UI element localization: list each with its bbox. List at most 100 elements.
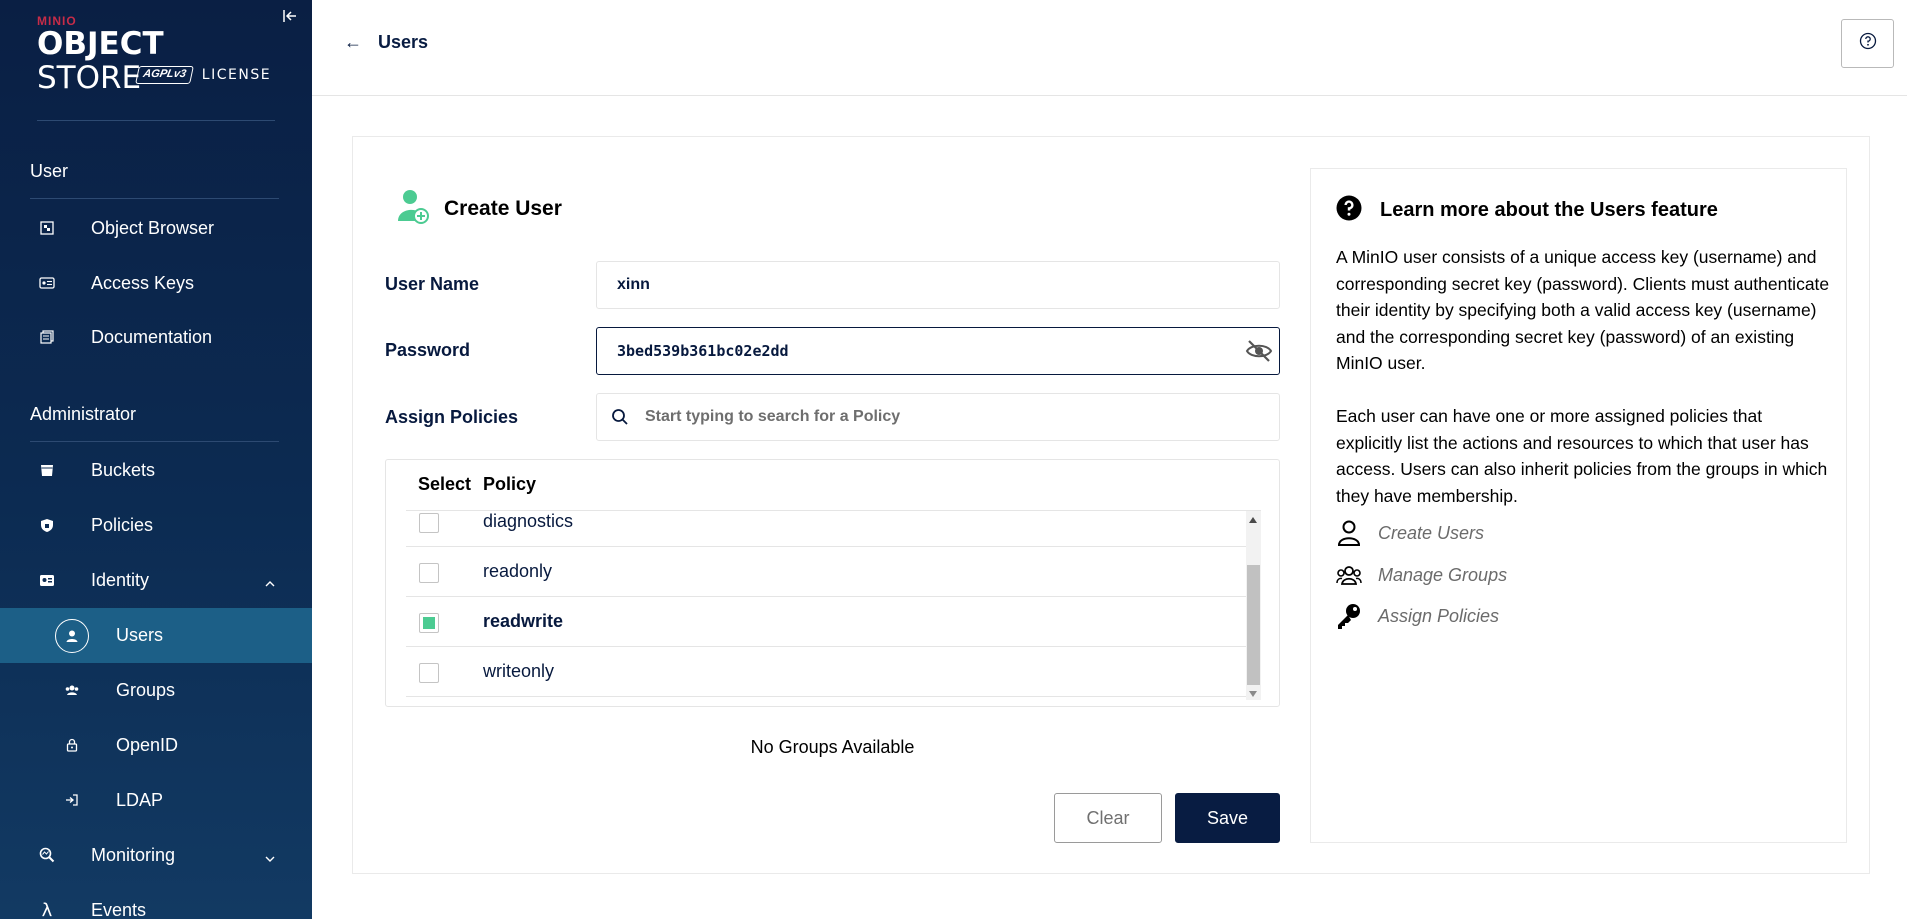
password-label: Password (385, 340, 471, 360)
section-rule (30, 198, 279, 199)
bucket-icon (38, 461, 56, 479)
policy-name: readonly (483, 561, 553, 581)
username-label: User Name (385, 274, 480, 294)
logo-divider (37, 120, 275, 121)
access-keys-icon (38, 274, 56, 292)
create-user-panel: Create User User Name xinn Password 3bed… (352, 136, 1870, 874)
help-button[interactable] (1841, 19, 1894, 68)
policy-checkbox[interactable] (419, 513, 439, 533)
table-row[interactable]: diagnostics (406, 511, 1246, 547)
sidebar-item-label: Groups (116, 679, 176, 700)
logo-product: OBJECT STORE (37, 27, 277, 95)
help-link-manage-groups[interactable]: Manage Groups (1336, 561, 1507, 589)
section-title-user: User (30, 161, 69, 181)
sidebar-item-policies[interactable]: Policies (0, 501, 312, 549)
collapse-sidebar-icon[interactable] (282, 8, 300, 26)
username-field[interactable]: xinn (596, 261, 1280, 309)
groups-icon (63, 681, 81, 699)
sidebar-item-label: Monitoring (91, 844, 176, 865)
sidebar-item-identity[interactable]: Identity (0, 556, 312, 604)
logo-license-row: AGPLv3 LICENSE (135, 66, 271, 84)
monitoring-icon (38, 846, 56, 864)
sidebar-item-buckets[interactable]: Buckets (0, 446, 312, 494)
policy-search-input[interactable]: Start typing to search for a Policy (596, 393, 1280, 441)
visibility-off-icon[interactable] (1245, 338, 1273, 364)
login-icon (63, 791, 81, 809)
question-icon (1859, 32, 1877, 55)
policy-list-scrollbar[interactable] (1246, 511, 1261, 700)
sidebar-item-ldap[interactable]: LDAP (0, 776, 312, 824)
help-paragraph-1: A MinIO user consists of a unique access… (1336, 247, 1830, 373)
groups-outline-icon (1336, 566, 1362, 585)
logo-product-bold: OBJECT (37, 26, 164, 62)
policy-list[interactable]: diagnostics readonly readwrite writeonly (406, 510, 1261, 700)
documentation-icon (38, 328, 56, 346)
chevron-up-icon (264, 574, 276, 587)
help-title-text: Learn more about the Users feature (1380, 199, 1718, 221)
help-title: Learn more about the Users feature (1336, 195, 1718, 226)
scroll-down-arrow[interactable] (1249, 691, 1257, 697)
username-value: xinn (617, 276, 650, 293)
sidebar-item-groups[interactable]: Groups (0, 666, 312, 714)
sidebar-item-events[interactable]: λ Events (0, 886, 312, 919)
clear-button[interactable]: Clear (1054, 793, 1162, 843)
no-groups-message: No Groups Available (750, 737, 915, 757)
scroll-up-arrow[interactable] (1249, 517, 1257, 523)
sidebar-item-documentation[interactable]: Documentation (0, 313, 312, 361)
sidebar-item-monitoring[interactable]: Monitoring (0, 831, 312, 879)
password-field[interactable]: 3bed539b361bc02e2dd (596, 327, 1280, 375)
sidebar-item-access-keys[interactable]: Access Keys (0, 259, 312, 307)
sidebar-item-object-browser[interactable]: Object Browser (0, 204, 312, 252)
back-link[interactable]: ← Users (344, 32, 428, 53)
table-row[interactable]: readonly (406, 547, 1246, 597)
object-browser-icon (38, 219, 56, 237)
minio-logo: MINIO OBJECT STORE AGPLv3 LICENSE (37, 14, 277, 95)
policy-checkbox-checked[interactable] (419, 613, 439, 633)
form-title-text: Create User (444, 196, 562, 220)
policy-checkbox[interactable] (419, 563, 439, 583)
table-row[interactable]: readwrite (406, 597, 1246, 647)
sidebar-item-label: Buckets (91, 459, 156, 480)
section-title-administrator: Administrator (30, 404, 137, 424)
chevron-down-icon (264, 849, 276, 862)
user-outline-icon (1337, 520, 1361, 546)
back-arrow-icon: ← (344, 32, 362, 52)
assign-policies-label: Assign Policies (385, 407, 519, 427)
sidebar: MINIO OBJECT STORE AGPLv3 LICENSE User O… (0, 0, 312, 919)
page-header: ← Users (312, 0, 1907, 96)
scrollbar-thumb[interactable] (1247, 565, 1260, 685)
lambda-icon: λ (41, 899, 53, 919)
sidebar-item-label: LDAP (116, 789, 164, 810)
user-icon (55, 618, 89, 653)
help-link-label: Assign Policies (1378, 605, 1500, 626)
logo-product-light: STORE (37, 60, 142, 96)
policy-name: writeonly (483, 661, 555, 681)
identity-icon (38, 571, 56, 589)
search-icon (611, 408, 629, 426)
help-link-assign-policies[interactable]: Assign Policies (1336, 602, 1499, 630)
agpl-badge: AGPLv3 (135, 66, 194, 84)
sidebar-item-label: Users (116, 625, 164, 645)
policy-table-header: Select Policy (386, 460, 1279, 510)
column-header-select: Select (418, 474, 472, 494)
sidebar-item-label: OpenID (116, 734, 179, 755)
form-title: Create User (396, 187, 562, 230)
sidebar-item-label: Object Browser (91, 217, 215, 238)
help-link-create-users[interactable]: Create Users (1336, 519, 1484, 547)
key-icon (1338, 604, 1360, 629)
question-circle-icon (1336, 195, 1362, 226)
sidebar-item-label: Access Keys (91, 272, 195, 293)
policy-search-placeholder: Start typing to search for a Policy (645, 408, 901, 425)
save-button[interactable]: Save (1175, 793, 1280, 843)
policy-checkbox[interactable] (419, 663, 439, 683)
shield-icon (38, 516, 56, 534)
sidebar-item-label: Policies (91, 514, 154, 535)
sidebar-item-openid[interactable]: OpenID (0, 721, 312, 769)
sidebar-item-users[interactable]: Users (0, 608, 312, 663)
add-user-icon (396, 187, 430, 230)
help-panel: Learn more about the Users feature A Min… (1310, 168, 1847, 843)
table-row[interactable]: writeonly (406, 647, 1246, 697)
policy-table: Select Policy diagnostics readonly readw… (385, 459, 1280, 707)
page-title: Users (378, 32, 429, 52)
section-rule (30, 441, 279, 442)
